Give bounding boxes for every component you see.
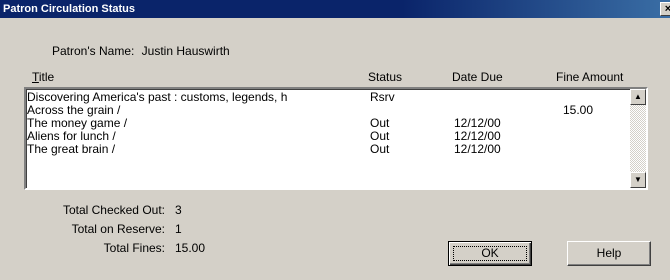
title-accelerator: T	[32, 70, 39, 84]
total-checked-out-label: Total Checked Out:	[62, 203, 165, 217]
item-fine: 15.00	[563, 103, 594, 117]
patron-name-row: Patron's Name: Justin Hauswirth	[52, 44, 230, 58]
close-icon: ×	[664, 3, 670, 15]
vertical-scrollbar[interactable]: ▲ ▼	[630, 89, 646, 188]
focus-rectangle	[453, 246, 527, 261]
total-checked-out-value: 3	[175, 203, 182, 217]
column-header-fine-amount: Fine Amount	[556, 70, 624, 84]
close-button[interactable]: ×	[660, 2, 670, 16]
total-fines-value: 15.00	[175, 241, 206, 255]
arrow-down-icon: ▼	[634, 175, 642, 184]
total-on-reserve-value: 1	[175, 222, 182, 236]
item-title: The great brain /	[27, 142, 116, 156]
item-status: Rsrv	[370, 90, 395, 104]
item-status: Out	[370, 142, 390, 156]
total-on-reserve-label: Total on Reserve:	[71, 222, 165, 236]
column-header-title: Title	[32, 70, 54, 84]
ok-button[interactable]: OK	[448, 241, 532, 266]
list-item[interactable]: Aliens for lunch / Out 12/12/00	[26, 130, 626, 143]
items-listbox[interactable]: Discovering America's past : customs, le…	[24, 87, 648, 190]
list-item[interactable]: The great brain / Out 12/12/00	[26, 143, 626, 156]
column-header-date-due: Date Due	[452, 70, 503, 84]
list-item[interactable]: The money game / Out 12/12/00	[26, 117, 626, 130]
total-fines-label: Total Fines:	[103, 241, 165, 255]
title-bar: Patron Circulation Status ×	[0, 0, 670, 18]
scroll-down-button[interactable]: ▼	[630, 172, 646, 188]
window-title: Patron Circulation Status	[3, 3, 136, 15]
item-date-due: 12/12/00	[454, 142, 501, 156]
patron-name-label: Patron's Name:	[52, 44, 135, 58]
patron-name-value: Justin Hauswirth	[141, 44, 230, 58]
column-header-status: Status	[368, 70, 403, 84]
scroll-up-button[interactable]: ▲	[630, 89, 646, 105]
help-button-label: Help	[596, 246, 622, 260]
help-button[interactable]: Help	[567, 241, 651, 266]
title-header-rest: itle	[38, 70, 55, 84]
arrow-up-icon: ▲	[634, 92, 642, 101]
